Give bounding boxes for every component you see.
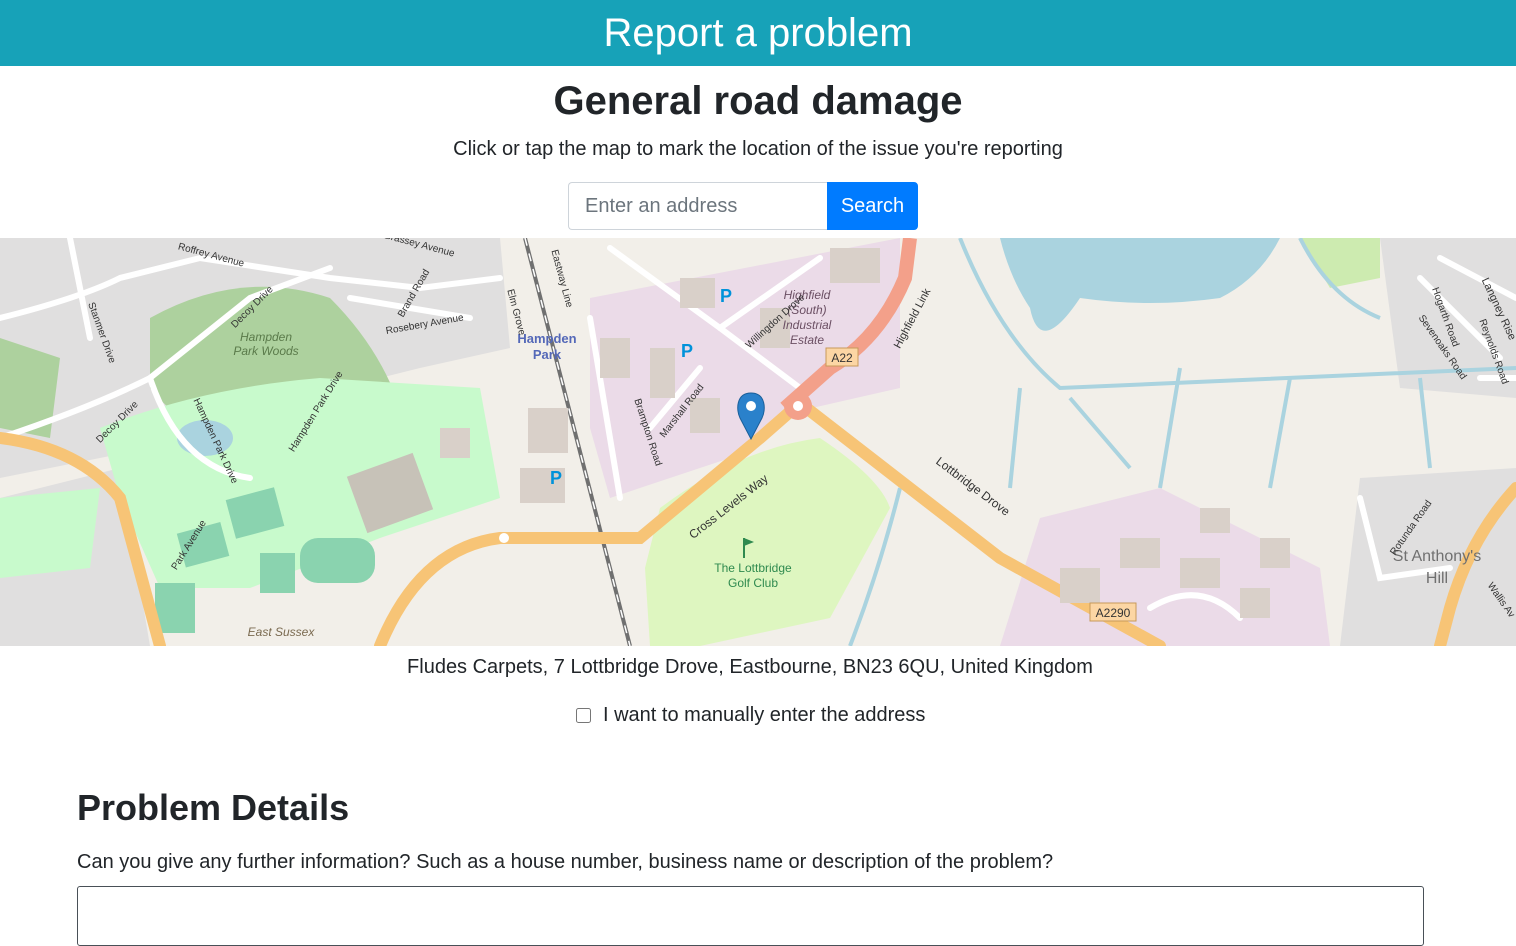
site-header: Report a problem — [0, 0, 1516, 66]
roundabout-centre — [793, 401, 803, 411]
sports-pitch — [260, 553, 295, 593]
address-search: Search — [568, 182, 918, 230]
problem-details-heading: Problem Details — [77, 787, 350, 828]
label-hampden-park-woods: Hampden — [240, 330, 292, 344]
label-hampden-park: Park — [533, 347, 562, 362]
address-search-input[interactable] — [568, 182, 827, 230]
manual-address-label: I want to manually enter the address — [603, 704, 926, 726]
athletics-track — [300, 538, 375, 583]
further-info-textarea[interactable] — [77, 886, 1424, 946]
label-highfield: Industrial — [783, 318, 832, 332]
map-canvas[interactable]: Hampden Park Hampden Park Woods Highfiel… — [0, 238, 1516, 646]
page-title: General road damage — [553, 79, 963, 123]
label-st-anthonys: St Anthony's — [1393, 548, 1481, 565]
location-map[interactable]: Hampden Park Hampden Park Woods Highfiel… — [0, 238, 1516, 646]
label-hampden-park-woods: Park Woods — [233, 344, 298, 358]
parking-icon: P — [681, 341, 693, 361]
label-golf-club: The Lottbridge — [714, 561, 792, 575]
site-title: Report a problem — [603, 11, 913, 55]
label-a22: A22 — [831, 351, 853, 365]
search-button[interactable]: Search — [827, 182, 918, 230]
label-st-anthonys: Hill — [1426, 570, 1448, 587]
selected-address: Fludes Carpets, 7 Lottbridge Drove, East… — [407, 656, 1093, 678]
manual-address-checkbox[interactable] — [576, 708, 591, 723]
parking-icon: P — [550, 468, 562, 488]
park-area — [0, 488, 100, 578]
further-info-label: Can you give any further information? Su… — [77, 851, 1054, 873]
manual-address-toggle[interactable]: I want to manually enter the address — [576, 704, 925, 727]
parking-icon: P — [720, 286, 732, 306]
label-a2290: A2290 — [1096, 606, 1131, 620]
label-highfield: Estate — [790, 333, 824, 347]
roundabout-centre — [499, 533, 509, 543]
road-shield-a2290: A2290 — [1089, 602, 1137, 622]
road-shield-a22: A22 — [825, 347, 859, 367]
map-instructions: Click or tap the map to mark the locatio… — [453, 138, 1063, 160]
sports-pitch — [155, 583, 195, 633]
label-golf-club: Golf Club — [728, 576, 778, 590]
label-east-sussex: East Sussex — [248, 625, 316, 639]
